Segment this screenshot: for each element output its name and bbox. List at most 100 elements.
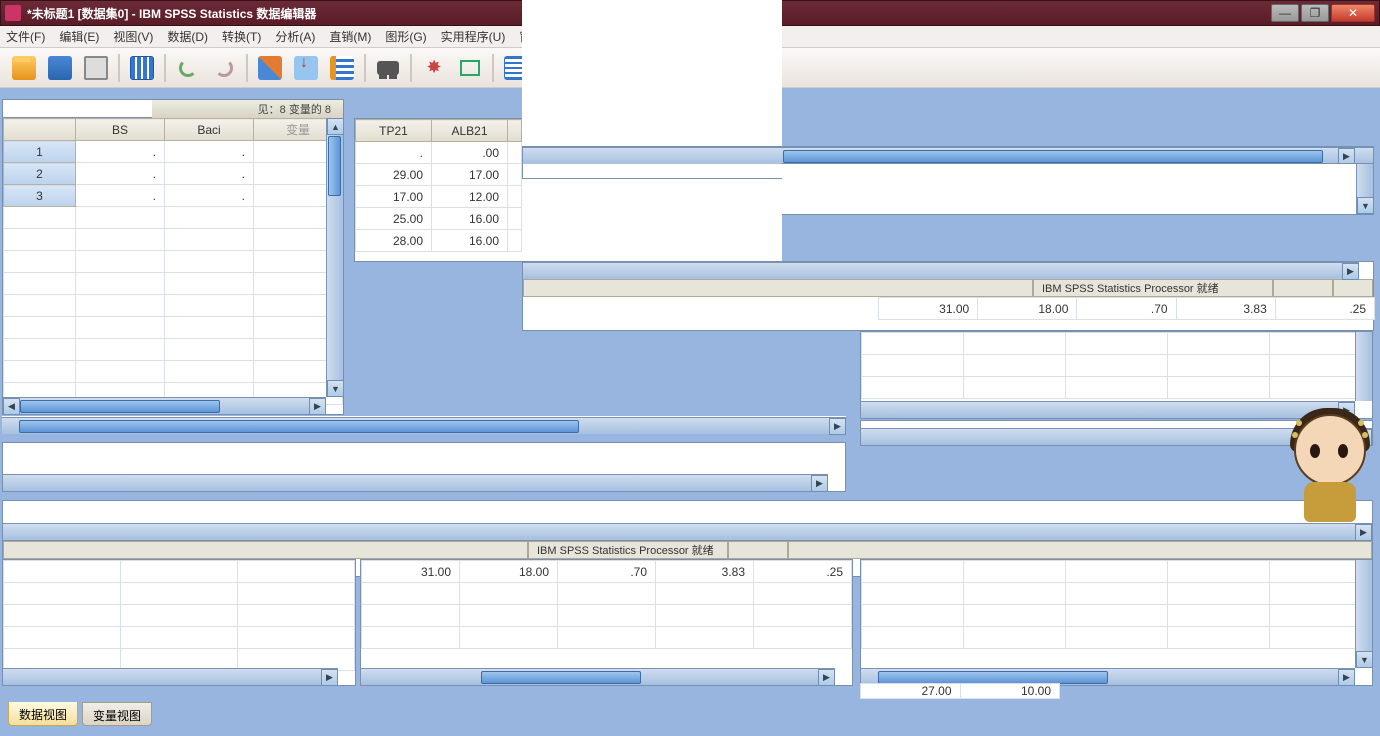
close-button[interactable]: ✕ xyxy=(1331,4,1375,22)
maximize-button[interactable]: ❐ xyxy=(1301,4,1329,22)
scroll-thumb[interactable] xyxy=(878,671,1108,684)
hscroll[interactable]: ▶ xyxy=(861,401,1355,418)
undo-button[interactable] xyxy=(172,52,204,84)
cell[interactable]: 18.00 xyxy=(460,561,558,583)
cell[interactable]: 17.00 xyxy=(432,164,508,186)
vscroll[interactable] xyxy=(1355,332,1372,401)
cell[interactable]: .25 xyxy=(1275,298,1374,320)
split-button[interactable]: ✸ xyxy=(418,52,450,84)
row-header-2[interactable]: 2 xyxy=(4,163,76,185)
scroll-right-icon[interactable]: ▶ xyxy=(1355,524,1372,541)
scroll-thumb[interactable] xyxy=(481,671,641,684)
cell[interactable]: 10.00 xyxy=(960,684,1060,699)
scroll-thumb[interactable] xyxy=(20,400,220,413)
hscroll[interactable]: ▶ xyxy=(2,417,846,434)
cell[interactable]: 3.83 xyxy=(656,561,754,583)
row-header-3[interactable]: 3 xyxy=(4,185,76,207)
cell[interactable]: .25 xyxy=(754,561,852,583)
cell[interactable]: .00 xyxy=(432,142,508,164)
scroll-left-icon[interactable]: ◀ xyxy=(3,398,20,415)
values-grid-lower[interactable]: 31.00 18.00 .70 3.83 .25 xyxy=(361,560,852,649)
redo-button[interactable] xyxy=(208,52,240,84)
cell[interactable]: 31.00 xyxy=(879,298,978,320)
hscroll[interactable]: ▶ xyxy=(3,523,1372,540)
menu-market[interactable]: 直销(M) xyxy=(329,28,371,45)
insert-var-button[interactable] xyxy=(326,52,358,84)
scroll-right-icon[interactable]: ▶ xyxy=(829,418,846,435)
weight-button[interactable] xyxy=(454,52,486,84)
cell[interactable]: . xyxy=(76,185,165,207)
cell[interactable]: .70 xyxy=(1077,298,1176,320)
name-box[interactable] xyxy=(2,99,152,118)
scroll-right-icon[interactable]: ▶ xyxy=(818,669,835,686)
cell[interactable]: 16.00 xyxy=(432,208,508,230)
scroll-right-icon[interactable]: ▶ xyxy=(1338,669,1355,686)
hscroll[interactable]: ▶ xyxy=(523,262,1359,279)
scroll-right-icon[interactable]: ▶ xyxy=(1338,402,1355,419)
cell[interactable]: . xyxy=(165,141,254,163)
hscroll[interactable]: ▶ xyxy=(3,668,338,685)
menu-transform[interactable]: 转换(T) xyxy=(222,28,261,45)
save-button[interactable] xyxy=(44,52,76,84)
cell[interactable]: . xyxy=(76,141,165,163)
cell[interactable]: 16.00 xyxy=(432,230,508,252)
tab-data-view[interactable]: 数据视图 xyxy=(8,702,78,726)
cell[interactable]: 3.83 xyxy=(1176,298,1275,320)
menu-edit[interactable]: 编辑(E) xyxy=(59,28,99,45)
vscroll[interactable]: ▼ xyxy=(1355,560,1372,668)
vscroll[interactable]: ▼ xyxy=(1356,164,1373,214)
hscroll[interactable]: ▶ xyxy=(861,428,1372,445)
row-header-1[interactable]: 1 xyxy=(4,141,76,163)
cell[interactable]: 28.00 xyxy=(356,230,432,252)
menu-file[interactable]: 文件(F) xyxy=(6,28,45,45)
col-tp21[interactable]: TP21 xyxy=(356,120,432,142)
col-bs[interactable]: BS xyxy=(76,119,165,141)
scroll-right-icon[interactable]: ▶ xyxy=(1342,263,1359,280)
recall-button[interactable] xyxy=(126,52,158,84)
menu-util[interactable]: 实用程序(U) xyxy=(441,28,506,45)
scroll-right-icon[interactable]: ▶ xyxy=(321,669,338,686)
print-button[interactable] xyxy=(80,52,112,84)
cell[interactable]: 27.00 xyxy=(861,684,961,699)
cell[interactable]: . xyxy=(76,163,165,185)
insert-case-button[interactable] xyxy=(290,52,322,84)
tab-variable-view[interactable]: 变量视图 xyxy=(82,702,152,726)
vscroll[interactable]: ▲ ▼ xyxy=(326,118,343,397)
menu-view[interactable]: 视图(V) xyxy=(113,28,153,45)
cell[interactable]: 29.00 xyxy=(356,164,432,186)
scroll-up-icon[interactable]: ▲ xyxy=(327,118,344,135)
menu-analyze[interactable]: 分析(A) xyxy=(275,28,315,45)
hscroll[interactable]: ◀ ▶ xyxy=(3,397,326,414)
scroll-thumb[interactable] xyxy=(783,150,1323,163)
minimize-button[interactable]: — xyxy=(1271,4,1299,22)
cell[interactable]: 25.00 xyxy=(356,208,432,230)
menu-graph[interactable]: 图形(G) xyxy=(385,28,426,45)
cell[interactable]: .70 xyxy=(558,561,656,583)
cell[interactable]: 12.00 xyxy=(432,186,508,208)
menu-data[interactable]: 数据(D) xyxy=(167,28,208,45)
cell[interactable]: . xyxy=(165,163,254,185)
cell[interactable]: 17.00 xyxy=(356,186,432,208)
col-baci[interactable]: Baci xyxy=(165,119,254,141)
scroll-down-icon[interactable]: ▼ xyxy=(327,380,344,397)
open-button[interactable] xyxy=(8,52,40,84)
values-grid[interactable]: 31.00 18.00 .70 3.83 .25 xyxy=(878,297,1375,320)
cell[interactable]: . xyxy=(165,185,254,207)
scroll-right-icon[interactable]: ▶ xyxy=(811,475,828,492)
cell[interactable]: 31.00 xyxy=(362,561,460,583)
data-grid-center[interactable]: TP21 ALB21 ..00 29.0017.00 17.0012.00 25… xyxy=(355,119,522,252)
scroll-thumb[interactable] xyxy=(19,420,579,433)
scroll-right-icon[interactable]: ▶ xyxy=(1338,148,1355,165)
corner-cell[interactable] xyxy=(4,119,76,141)
scroll-thumb[interactable] xyxy=(328,136,341,196)
scroll-right-icon[interactable]: ▶ xyxy=(309,398,326,415)
cell[interactable]: . xyxy=(356,142,432,164)
scroll-right-icon[interactable]: ▶ xyxy=(1355,429,1372,446)
scroll-down-icon[interactable]: ▼ xyxy=(1357,197,1374,214)
data-grid-left[interactable]: BS Baci 变量 1.. 2.. 3.. xyxy=(3,118,343,405)
find-button[interactable] xyxy=(372,52,404,84)
cell[interactable]: 18.00 xyxy=(978,298,1077,320)
col-alb21[interactable]: ALB21 xyxy=(432,120,508,142)
hscroll[interactable]: ▶ xyxy=(3,474,828,491)
scroll-down-icon[interactable]: ▼ xyxy=(1356,651,1373,668)
